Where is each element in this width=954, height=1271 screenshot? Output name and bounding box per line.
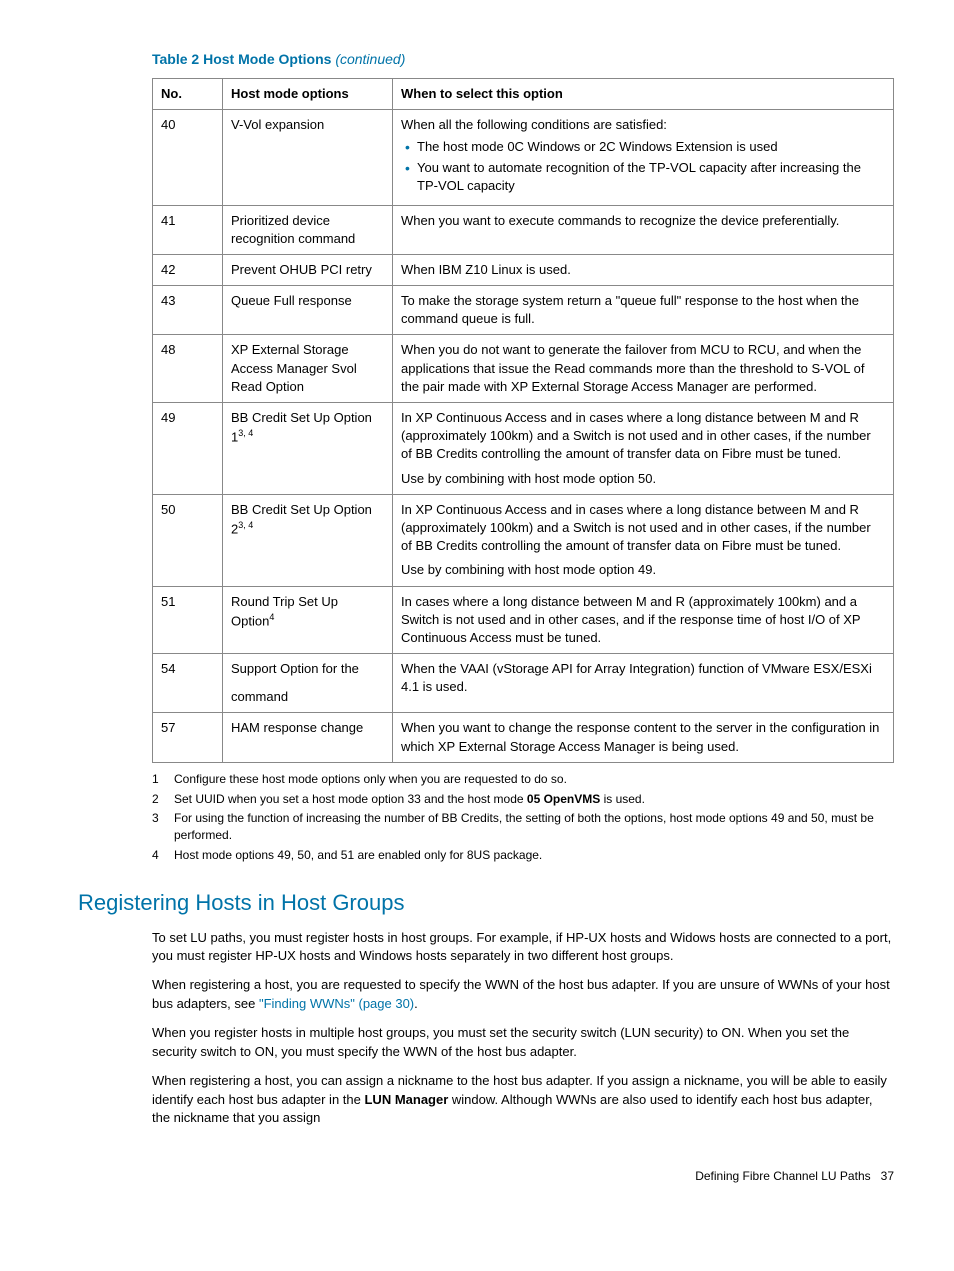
cell-no: 43 xyxy=(153,286,223,335)
footnote: 1 Configure these host mode options only… xyxy=(152,771,894,788)
when-p2: Use by combining with host mode option 4… xyxy=(401,561,885,579)
table-row: 49 BB Credit Set Up Option 13, 4 In XP C… xyxy=(153,403,894,495)
col-no: No. xyxy=(153,78,223,109)
footnote-text: Configure these host mode options only w… xyxy=(174,771,894,788)
list-item: You want to automate recognition of the … xyxy=(401,159,885,195)
cell-opt: Prioritized device recognition command xyxy=(223,205,393,254)
footer-label: Defining Fibre Channel LU Paths xyxy=(695,1169,870,1183)
cell-no: 51 xyxy=(153,586,223,654)
table-row: 42 Prevent OHUB PCI retry When IBM Z10 L… xyxy=(153,254,894,285)
p4-bold: LUN Manager xyxy=(364,1092,448,1107)
footnote: 4 Host mode options 49, 50, and 51 are e… xyxy=(152,847,894,864)
body-paragraph: When registering a host, you are request… xyxy=(152,976,894,1014)
opt-sup: 3, 4 xyxy=(238,428,253,438)
opt-sup: 3, 4 xyxy=(238,520,253,530)
cell-no: 42 xyxy=(153,254,223,285)
opt-text: Round Trip Set Up Option xyxy=(231,594,338,629)
opt-sup: 4 xyxy=(269,612,274,622)
body-paragraph: To set LU paths, you must register hosts… xyxy=(152,929,894,967)
table-title-continued: (continued) xyxy=(335,51,405,67)
cell-no: 57 xyxy=(153,713,223,762)
opt-line1: Support Option for the xyxy=(231,661,359,676)
cell-when: In XP Continuous Access and in cases whe… xyxy=(393,403,894,495)
cell-when: When you want to change the response con… xyxy=(393,713,894,762)
footnote-text: Set UUID when you set a host mode option… xyxy=(174,791,894,808)
col-opt: Host mode options xyxy=(223,78,393,109)
table-row: 48 XP External Storage Access Manager Sv… xyxy=(153,335,894,403)
cell-no: 50 xyxy=(153,494,223,586)
when-p2: Use by combining with host mode option 5… xyxy=(401,470,885,488)
cell-opt: Round Trip Set Up Option4 xyxy=(223,586,393,654)
p2-post: . xyxy=(414,996,418,1011)
cell-opt: BB Credit Set Up Option 13, 4 xyxy=(223,403,393,495)
table-caption: Table 2 Host Mode Options (continued) xyxy=(152,50,894,70)
cell-no: 48 xyxy=(153,335,223,403)
cell-opt: HAM response change xyxy=(223,713,393,762)
cell-when: In XP Continuous Access and in cases whe… xyxy=(393,494,894,586)
table-title-text: Table 2 Host Mode Options xyxy=(152,51,335,67)
footnote: 3 For using the function of increasing t… xyxy=(152,810,894,844)
body-paragraph: When you register hosts in multiple host… xyxy=(152,1024,894,1062)
cell-opt: BB Credit Set Up Option 23, 4 xyxy=(223,494,393,586)
cell-when: When the VAAI (vStorage API for Array In… xyxy=(393,654,894,713)
footnote-text: Host mode options 49, 50, and 51 are ena… xyxy=(174,847,894,864)
table-row: 43 Queue Full response To make the stora… xyxy=(153,286,894,335)
table-row: 41 Prioritized device recognition comman… xyxy=(153,205,894,254)
section-heading: Registering Hosts in Host Groups xyxy=(78,888,894,919)
col-when: When to select this option xyxy=(393,78,894,109)
cell-opt: Support Option for the command xyxy=(223,654,393,713)
cell-opt: Prevent OHUB PCI retry xyxy=(223,254,393,285)
cell-when: To make the storage system return a "que… xyxy=(393,286,894,335)
footer-page: 37 xyxy=(881,1169,894,1183)
host-mode-options-table: No. Host mode options When to select thi… xyxy=(152,78,894,763)
table-header-row: No. Host mode options When to select thi… xyxy=(153,78,894,109)
cell-opt: Queue Full response xyxy=(223,286,393,335)
when-lead: When all the following conditions are sa… xyxy=(401,117,667,132)
footnote-num: 3 xyxy=(152,810,174,844)
table-row: 50 BB Credit Set Up Option 23, 4 In XP C… xyxy=(153,494,894,586)
table-footnotes: 1 Configure these host mode options only… xyxy=(152,771,894,864)
cell-when: When you do not want to generate the fai… xyxy=(393,335,894,403)
when-p1: In XP Continuous Access and in cases whe… xyxy=(401,502,871,553)
table-row: 51 Round Trip Set Up Option4 In cases wh… xyxy=(153,586,894,654)
cell-when: When IBM Z10 Linux is used. xyxy=(393,254,894,285)
footnote-num: 2 xyxy=(152,791,174,808)
list-item: The host mode 0C Windows or 2C Windows E… xyxy=(401,138,885,156)
bullet-list: The host mode 0C Windows or 2C Windows E… xyxy=(401,138,885,196)
finding-wwns-link[interactable]: "Finding WWNs" (page 30) xyxy=(259,996,414,1011)
cell-when: When all the following conditions are sa… xyxy=(393,109,894,205)
footnote-num: 4 xyxy=(152,847,174,864)
cell-no: 54 xyxy=(153,654,223,713)
body-paragraph: When registering a host, you can assign … xyxy=(152,1072,894,1129)
table-row: 54 Support Option for the command When th… xyxy=(153,654,894,713)
cell-opt: XP External Storage Access Manager Svol … xyxy=(223,335,393,403)
when-p1: In XP Continuous Access and in cases whe… xyxy=(401,410,871,461)
cell-no: 49 xyxy=(153,403,223,495)
table-row: 57 HAM response change When you want to … xyxy=(153,713,894,762)
cell-when: When you want to execute commands to rec… xyxy=(393,205,894,254)
cell-opt: V-Vol expansion xyxy=(223,109,393,205)
cell-no: 41 xyxy=(153,205,223,254)
cell-no: 40 xyxy=(153,109,223,205)
page-footer: Defining Fibre Channel LU Paths 37 xyxy=(60,1168,894,1185)
footnote-num: 1 xyxy=(152,771,174,788)
opt-line2: command xyxy=(231,689,288,704)
footnote-text: For using the function of increasing the… xyxy=(174,810,894,844)
table-row: 40 V-Vol expansion When all the followin… xyxy=(153,109,894,205)
cell-when: In cases where a long distance between M… xyxy=(393,586,894,654)
footnote: 2 Set UUID when you set a host mode opti… xyxy=(152,791,894,808)
